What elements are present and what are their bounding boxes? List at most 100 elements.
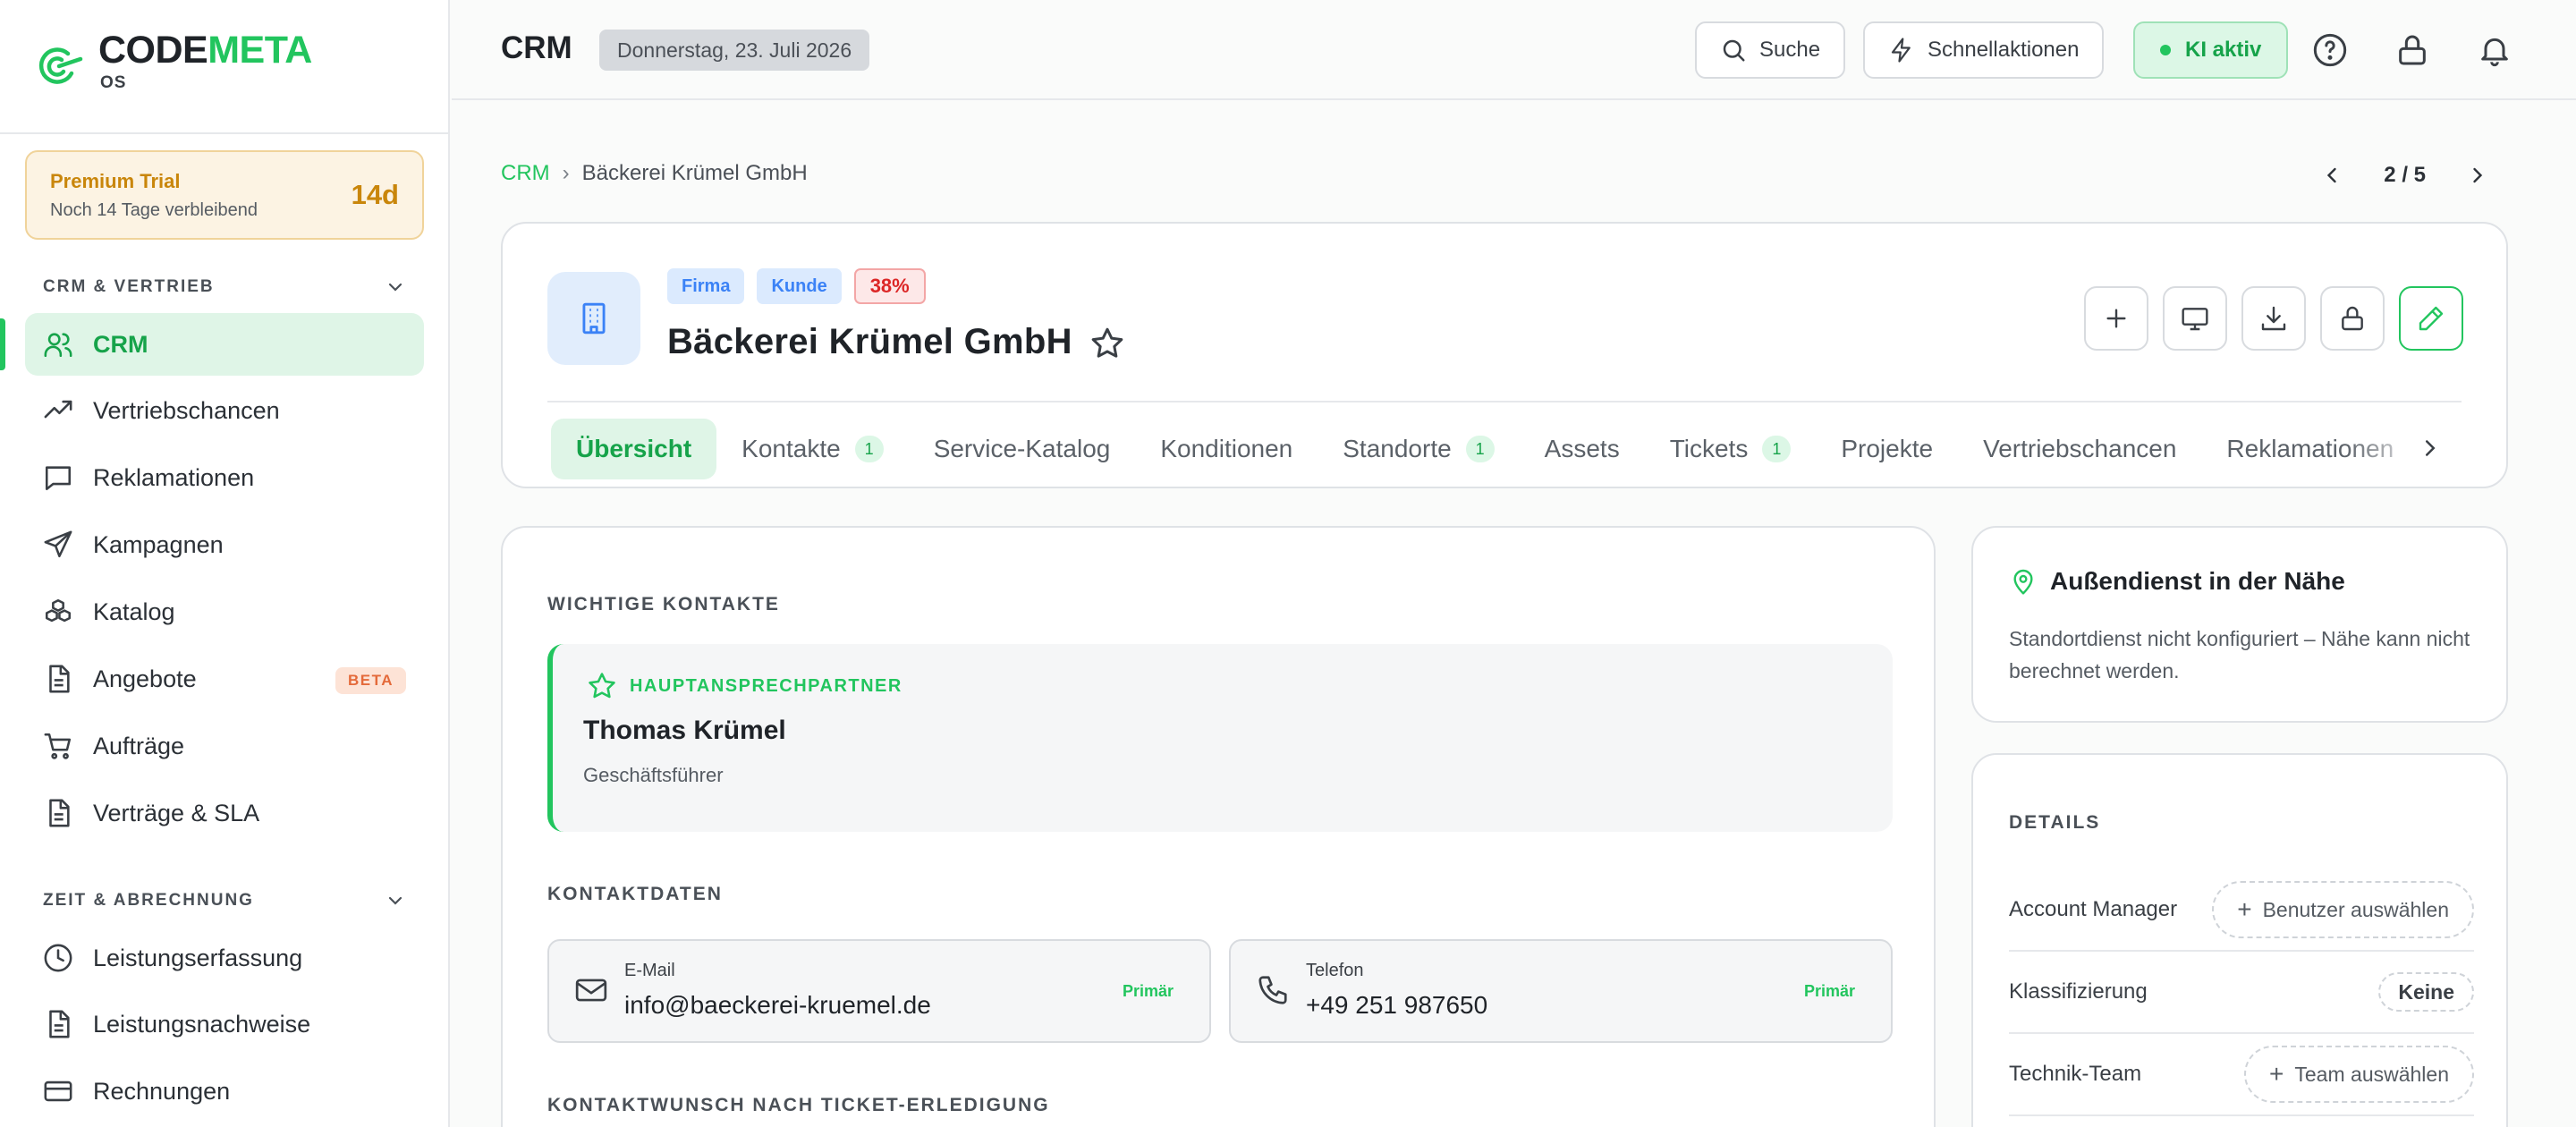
lock-icon[interactable]: [2394, 32, 2430, 68]
search-label: Suche: [1759, 38, 1821, 62]
trial-days: 14d: [351, 179, 399, 210]
section-title: KONTAKTWUNSCH NACH TICKET-ERLEDIGUNG: [547, 1095, 1050, 1115]
sidebar-item-label: Aufträge: [93, 732, 185, 759]
sidebar-item-angebote[interactable]: Angebote BETA: [25, 648, 424, 710]
sidebar-item-vertraege[interactable]: Verträge & SLA: [25, 782, 424, 844]
sidebar-item-crm[interactable]: CRM: [25, 313, 424, 376]
detail-label: Technik-Team: [2009, 1062, 2142, 1086]
tab-konditionen[interactable]: Konditionen: [1135, 419, 1318, 479]
beta-badge: BETA: [335, 667, 406, 694]
present-button[interactable]: [2163, 286, 2227, 351]
zap-icon: [1891, 38, 1911, 63]
monitor-icon: [2182, 308, 2208, 331]
star-icon[interactable]: [1089, 326, 1125, 361]
type-badge: Firma: [667, 268, 745, 304]
section-title: KONTAKTDATEN: [547, 884, 723, 904]
nav-group-label: CRM & VERTRIEB: [43, 277, 215, 296]
tabs-fade: [2345, 419, 2462, 479]
ai-status-label: KI aktiv: [2185, 38, 2262, 62]
star-icon: [589, 673, 615, 699]
company-tags: Firma Kunde 38%: [667, 268, 926, 304]
clock-icon: [44, 944, 72, 972]
sidebar-item-label: Rechnungen: [93, 1077, 231, 1105]
sidebar-item-kampagnen[interactable]: Kampagnen: [25, 513, 424, 576]
search-button[interactable]: Suche: [1695, 21, 1846, 79]
sidebar-item-leistungserfassung[interactable]: Leistungserfassung: [25, 927, 424, 989]
boxes-icon: [45, 598, 72, 623]
select-user-button[interactable]: + Benutzer auswählen: [2212, 881, 2474, 938]
file-text-icon: [49, 1010, 70, 1038]
section-title: WICHTIGE KONTAKTE: [547, 594, 780, 614]
company-avatar: [547, 272, 640, 365]
sidebar-item-leistungsnachweise[interactable]: Leistungsnachweise: [25, 993, 424, 1055]
nav-group-zeit[interactable]: ZEIT & ABRECHNUNG: [43, 887, 406, 914]
ai-status-button[interactable]: KI aktiv: [2133, 21, 2289, 79]
tab-uebersicht[interactable]: Übersicht: [551, 419, 717, 479]
tab-vertriebschancen[interactable]: Vertriebschancen: [1958, 419, 2201, 479]
phone-label: Telefon: [1306, 961, 1364, 980]
date-badge: Donnerstag, 23. Juli 2026: [599, 30, 870, 71]
help-icon[interactable]: [2312, 32, 2348, 68]
tab-projekte[interactable]: Projekte: [1816, 419, 1958, 479]
detail-label: Klassifizierung: [2009, 979, 2148, 1004]
tab-tickets[interactable]: Tickets 1: [1645, 419, 1817, 479]
tabs-divider: [547, 401, 2462, 402]
detail-row-account-manager: Account Manager + Benutzer auswählen: [2009, 869, 2474, 952]
sidebar-item-label: Leistungsnachweise: [93, 1010, 311, 1038]
phone-card[interactable]: Telefon +49 251 987650 Primär: [1229, 939, 1893, 1043]
tab-standorte[interactable]: Standorte 1: [1318, 419, 1519, 479]
add-button[interactable]: [2084, 286, 2148, 351]
nearby-text: Standortdienst nicht konfiguriert – Nähe…: [2009, 627, 2470, 682]
trial-subtitle: Noch 14 Tage verbleibend: [50, 200, 258, 220]
chevron-right-icon[interactable]: [2465, 163, 2490, 188]
breadcrumb-current: Bäckerei Krümel GmbH: [581, 161, 808, 185]
select-team-button[interactable]: + Team auswählen: [2244, 1046, 2474, 1103]
lock-button[interactable]: [2320, 286, 2385, 351]
sidebar-item-reklamationen[interactable]: Reklamationen: [25, 446, 424, 509]
sidebar-item-label: Verträge & SLA: [93, 799, 260, 826]
phone-value: +49 251 987650: [1306, 991, 1488, 1019]
chevron-left-icon[interactable]: [2319, 163, 2344, 188]
company-name: Bäckerei Krümel GmbH: [667, 322, 1072, 361]
overview-card: WICHTIGE KONTAKTE HAUPTANSPRECHPARTNER T…: [501, 526, 1936, 1127]
nearby-service-card: Außendienst in der Nähe Standortdienst n…: [1971, 526, 2508, 723]
mail-icon: [575, 979, 607, 1002]
breadcrumb: CRM › Bäckerei Krümel GmbH: [501, 161, 808, 186]
email-card[interactable]: E-Mail info@baeckerei-kruemel.de Primär: [547, 939, 1211, 1043]
sidebar-item-katalog[interactable]: Katalog: [25, 580, 424, 643]
chevron-right-icon[interactable]: [2417, 435, 2444, 462]
tab-assets[interactable]: Assets: [1520, 419, 1645, 479]
company-header-card: Firma Kunde 38% Bäckerei Krümel GmbH Übe…: [501, 222, 2508, 488]
detail-row-classification: Klassifizierung Keine: [2009, 952, 2474, 1034]
status-dot: [2160, 45, 2171, 55]
phone-icon: [1258, 976, 1287, 1004]
brand-name: CODEMETA: [98, 29, 312, 72]
sidebar-item-rechnungen[interactable]: Rechnungen: [25, 1060, 424, 1123]
trial-banner[interactable]: Premium Trial Noch 14 Tage verbleibend 1…: [25, 150, 424, 240]
tab-bar: Übersicht Kontakte 1 Service-Katalog Kond…: [551, 419, 2462, 479]
status-badge: Kunde: [757, 268, 842, 304]
tab-kontakte[interactable]: Kontakte 1: [716, 419, 909, 479]
active-indicator: [0, 318, 5, 370]
email-value: info@baeckerei-kruemel.de: [624, 991, 931, 1019]
primary-tag: Primär: [1122, 982, 1174, 1000]
sidebar-item-label: Reklamationen: [93, 463, 255, 491]
sidebar-item-auftraege[interactable]: Aufträge: [25, 715, 424, 777]
plus-icon: [2106, 309, 2126, 328]
file-text-icon: [49, 665, 70, 693]
tab-count: 1: [854, 436, 884, 462]
edit-button[interactable]: [2399, 286, 2463, 351]
download-button[interactable]: [2241, 286, 2306, 351]
bell-icon[interactable]: [2477, 32, 2512, 68]
nav-group-crm[interactable]: CRM & VERTRIEB: [43, 274, 406, 301]
breadcrumb-root[interactable]: CRM: [501, 161, 550, 186]
sidebar-item-vertriebschancen[interactable]: Vertriebschancen: [25, 379, 424, 442]
breadcrumb-separator: ›: [562, 161, 570, 185]
plus-icon: +: [2237, 895, 2252, 923]
sidebar-item-label: Leistungserfassung: [93, 944, 303, 971]
tab-service-katalog[interactable]: Service-Katalog: [909, 419, 1136, 479]
quick-actions-button[interactable]: Schnellaktionen: [1863, 21, 2105, 79]
credit-card-icon: [44, 1080, 72, 1102]
classification-value[interactable]: Keine: [2378, 972, 2474, 1012]
primary-contact-card[interactable]: HAUPTANSPRECHPARTNER Thomas Krümel Gesch…: [547, 644, 1893, 832]
